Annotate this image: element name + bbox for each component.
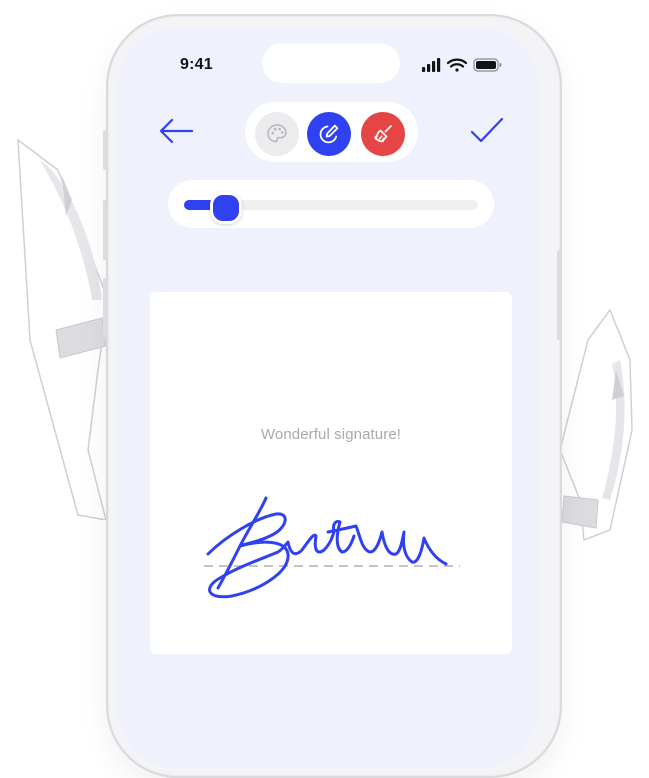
dynamic-island — [262, 43, 400, 83]
slider-thumb[interactable] — [210, 192, 242, 224]
tool-selector — [245, 102, 418, 162]
palette-icon — [267, 124, 287, 143]
signature-drawing — [204, 496, 460, 599]
signature-hint: Wonderful signature! — [260, 426, 402, 443]
back-button[interactable] — [156, 116, 198, 146]
wifi-icon — [446, 58, 468, 72]
phone-side-button — [103, 130, 107, 170]
status-time: 9:41 — [180, 56, 213, 73]
status-icons — [422, 58, 502, 72]
color-palette-button[interactable] — [255, 112, 299, 156]
checkmark-icon — [470, 117, 504, 143]
stroke-width-slider-card — [168, 180, 494, 228]
broom-icon — [374, 125, 392, 143]
signature-canvas[interactable]: Wonderful signature! — [150, 292, 512, 654]
pen-tool-button[interactable] — [307, 112, 351, 156]
cellular-signal-icon — [422, 58, 441, 72]
arrow-left-icon — [159, 118, 194, 144]
battery-icon — [473, 58, 502, 72]
phone-volume-up-button — [103, 200, 107, 260]
eraser-tool-button[interactable] — [361, 112, 405, 156]
phone-power-button — [557, 250, 561, 340]
signature-stroke — [206, 496, 448, 599]
phone-screen: 9:41 Wonderful signature! — [118, 28, 538, 768]
confirm-button[interactable] — [468, 114, 506, 148]
stroke-width-slider[interactable] — [184, 192, 478, 224]
phone-volume-down-button — [103, 278, 107, 338]
pen-icon — [319, 124, 339, 144]
